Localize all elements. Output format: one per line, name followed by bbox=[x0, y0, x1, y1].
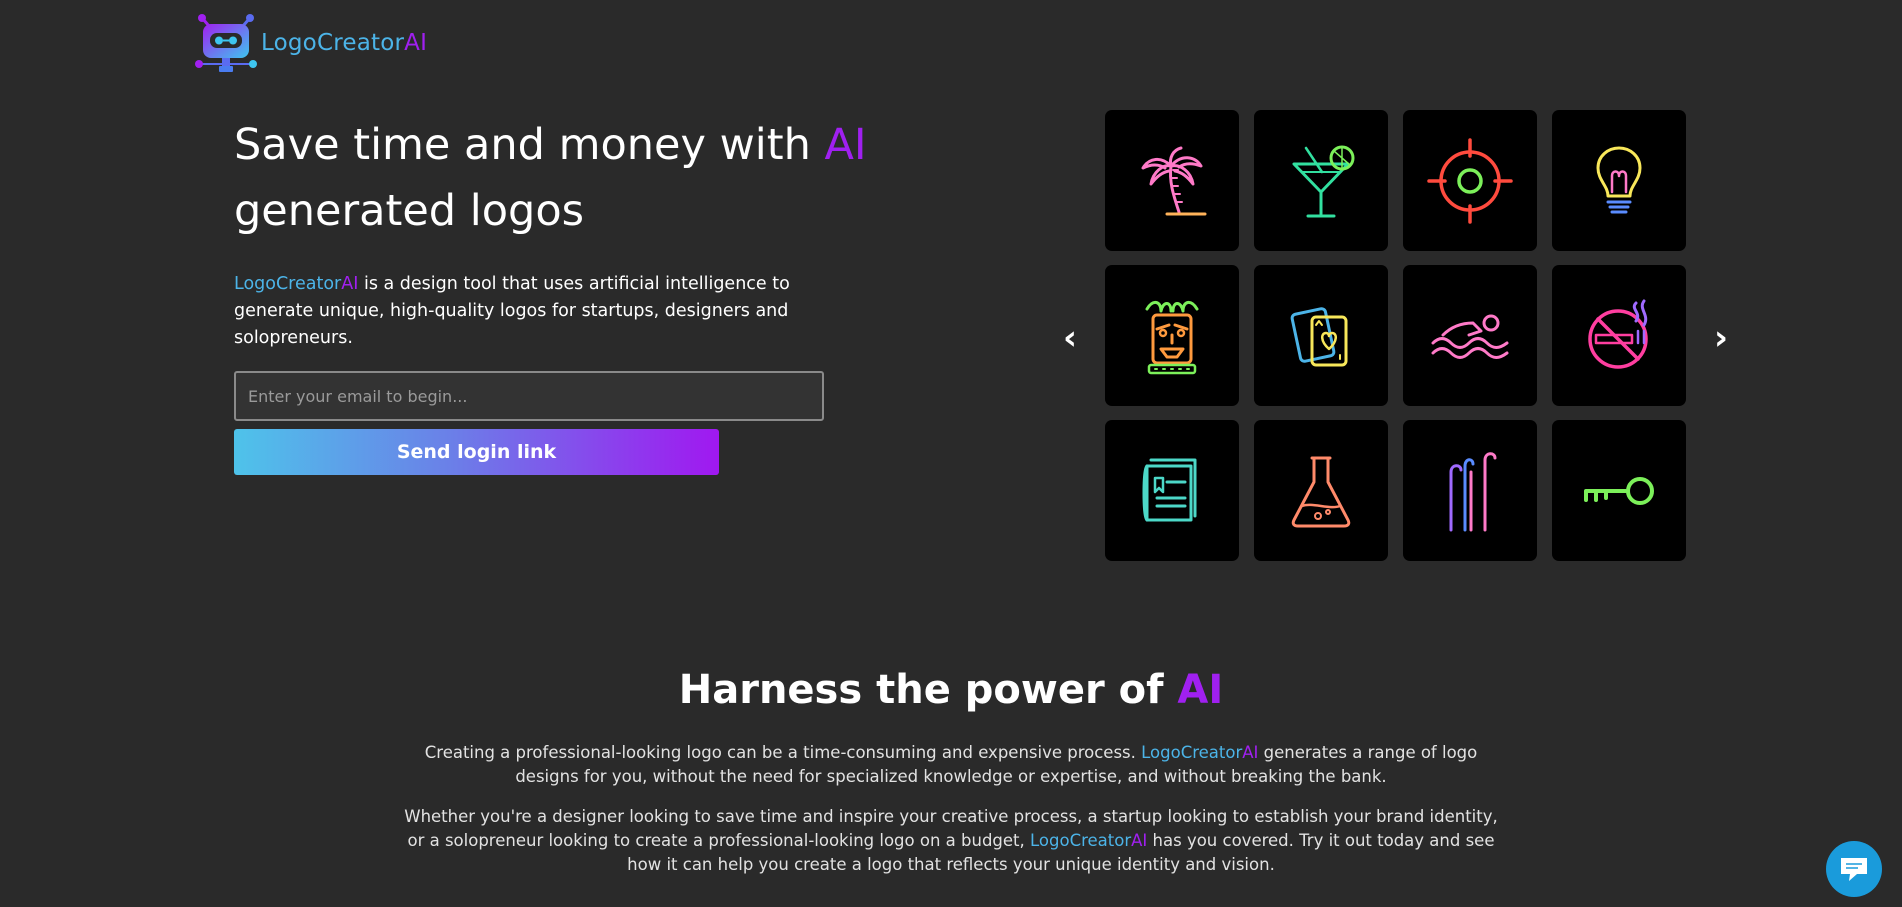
section-p2-brand-suffix: AI bbox=[1131, 831, 1148, 850]
hero-description: LogoCreatorAI is a design tool that uses… bbox=[234, 271, 794, 352]
flask-icon bbox=[1291, 456, 1351, 527]
no-smoking-icon bbox=[1588, 299, 1648, 369]
book-icon bbox=[1142, 458, 1197, 521]
logo-tile[interactable] bbox=[1403, 110, 1537, 251]
section-title-part1: Harness the power of bbox=[678, 667, 1178, 713]
hero-desc-brand-suffix: AI bbox=[341, 274, 359, 294]
chat-button[interactable] bbox=[1826, 841, 1882, 897]
logo-tile[interactable] bbox=[1403, 420, 1537, 561]
logo-tile[interactable] bbox=[1254, 110, 1388, 251]
section-paragraph-2: Whether you're a designer looking to sav… bbox=[400, 805, 1502, 877]
send-login-link-button[interactable]: Send login link bbox=[234, 429, 719, 475]
hero-title: Save time and money with AI generated log… bbox=[234, 112, 874, 244]
section-title: Harness the power of AI bbox=[0, 662, 1902, 718]
logo-tile[interactable] bbox=[1105, 110, 1239, 251]
chat-bubble-icon bbox=[1841, 858, 1867, 881]
hero-title-highlight: AI bbox=[824, 120, 867, 170]
logo-examples-grid bbox=[1105, 110, 1687, 561]
section-paragraph-1: Creating a professional-looking logo can… bbox=[400, 741, 1502, 789]
logo-tile[interactable] bbox=[1552, 110, 1686, 251]
lightbulb-icon bbox=[1596, 146, 1642, 213]
carousel-prev-button[interactable]: ‹ bbox=[1055, 318, 1085, 358]
logo-tile[interactable] bbox=[1552, 420, 1686, 561]
hero-title-part1: Save time and money with bbox=[234, 120, 825, 170]
crosshair-target-icon bbox=[1427, 137, 1513, 224]
section-title-highlight: AI bbox=[1177, 667, 1224, 713]
logo-tile[interactable] bbox=[1403, 265, 1537, 406]
section-p1-brand-prefix: LogoCreator bbox=[1141, 743, 1243, 762]
logo-tile[interactable] bbox=[1254, 420, 1388, 561]
logo-tile[interactable] bbox=[1552, 265, 1686, 406]
logo-tile[interactable] bbox=[1105, 265, 1239, 406]
palm-tree-icon bbox=[1141, 146, 1207, 215]
logo-tile[interactable] bbox=[1254, 265, 1388, 406]
key-icon bbox=[1584, 476, 1654, 505]
email-input[interactable] bbox=[234, 371, 824, 421]
tiki-mask-icon bbox=[1145, 300, 1199, 374]
brand-name-suffix: AI bbox=[404, 30, 428, 56]
hero-desc-brand-prefix: LogoCreator bbox=[234, 274, 342, 294]
swimmer-icon bbox=[1431, 314, 1509, 359]
robot-logo-icon bbox=[195, 14, 257, 72]
carousel-next-button[interactable]: › bbox=[1706, 318, 1736, 358]
hero-title-part2: generated logos bbox=[234, 186, 585, 236]
brand-name: LogoCreatorAI bbox=[261, 30, 427, 56]
cocktail-icon bbox=[1292, 145, 1355, 217]
section-p2-brand-prefix: LogoCreator bbox=[1030, 831, 1132, 850]
brand-name-prefix: LogoCreator bbox=[261, 30, 405, 56]
golf-clubs-icon bbox=[1449, 451, 1497, 531]
brand-logo[interactable]: LogoCreatorAI bbox=[193, 14, 427, 72]
section-p1-brand-suffix: AI bbox=[1242, 743, 1259, 762]
playing-cards-icon bbox=[1290, 306, 1348, 366]
logo-tile[interactable] bbox=[1105, 420, 1239, 561]
section-p1-text-1: Creating a professional-looking logo can… bbox=[424, 743, 1142, 762]
